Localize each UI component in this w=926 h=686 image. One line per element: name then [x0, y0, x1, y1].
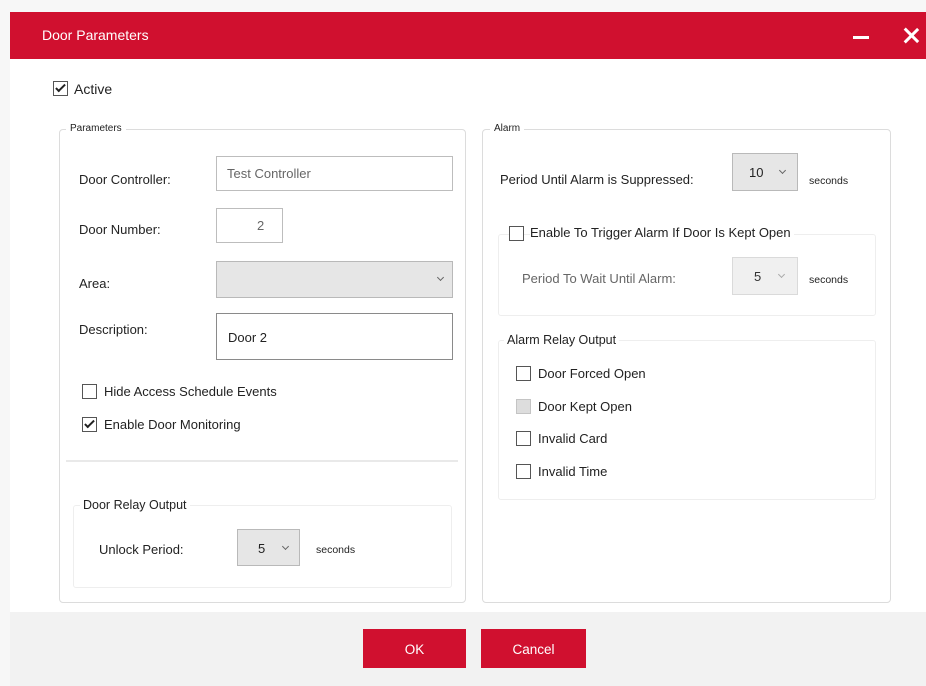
- wait-period-value: 5: [754, 269, 762, 284]
- door-controller-value: Test Controller: [227, 166, 311, 181]
- ok-button[interactable]: OK: [363, 629, 466, 668]
- suppress-period-value: 10: [749, 165, 764, 180]
- trigger-if-kept-open-label: Enable To Trigger Alarm If Door Is Kept …: [530, 225, 794, 240]
- door-controller-field[interactable]: Test Controller: [216, 156, 453, 191]
- unlock-period-value: 5: [258, 541, 266, 556]
- invalid-card-checkbox[interactable]: [516, 431, 531, 446]
- chevron-down-icon: [778, 166, 787, 175]
- minimize-icon[interactable]: [852, 24, 872, 48]
- enable-door-monitoring-checkbox[interactable]: [82, 417, 97, 432]
- door-forced-open-checkbox[interactable]: [516, 366, 531, 381]
- suppress-period-label: Period Until Alarm is Suppressed:: [500, 172, 694, 187]
- hide-access-schedule-events-label: Hide Access Schedule Events: [104, 384, 277, 399]
- alarm-legend: Alarm: [490, 123, 525, 134]
- door-number-label: Door Number:: [79, 222, 161, 237]
- active-label: Active: [74, 81, 113, 97]
- parameters-legend: Parameters: [66, 123, 126, 134]
- alarm-relay-output-legend: Alarm Relay Output: [504, 333, 620, 347]
- door-number-value: 2: [257, 218, 265, 233]
- unlock-period-unit: seconds: [316, 544, 356, 556]
- section-divider: [66, 460, 458, 462]
- door-number-field[interactable]: 2: [216, 208, 283, 243]
- title-bar: Door Parameters: [10, 12, 926, 59]
- chevron-down-icon: [436, 273, 445, 282]
- suppress-period-select[interactable]: 10: [732, 153, 798, 191]
- suppress-period-unit: seconds: [809, 175, 849, 187]
- door-kept-open-checkbox[interactable]: [516, 399, 531, 414]
- door-relay-output-legend: Door Relay Output: [80, 498, 190, 512]
- door-controller-label: Door Controller:: [79, 172, 171, 187]
- close-icon[interactable]: [900, 24, 922, 48]
- invalid-time-checkbox[interactable]: [516, 464, 531, 479]
- dialog-footer: [10, 612, 926, 686]
- cancel-button[interactable]: Cancel: [481, 629, 586, 668]
- door-parameters-dialog: Door Parameters Active Parameters Door C…: [10, 12, 926, 686]
- unlock-period-label: Unlock Period:: [99, 542, 184, 557]
- wait-period-unit: seconds: [809, 274, 849, 286]
- door-kept-open-label: Door Kept Open: [538, 399, 632, 414]
- checkmark-icon: [84, 417, 95, 429]
- description-label: Description:: [79, 322, 148, 337]
- trigger-if-kept-open-checkbox[interactable]: [509, 226, 524, 241]
- chevron-down-icon: [777, 270, 786, 279]
- chevron-down-icon: [281, 542, 290, 551]
- invalid-card-label: Invalid Card: [538, 431, 608, 446]
- invalid-time-label: Invalid Time: [538, 464, 608, 479]
- area-select[interactable]: [216, 261, 453, 298]
- enable-door-monitoring-label: Enable Door Monitoring: [104, 417, 241, 432]
- dialog-title: Door Parameters: [42, 27, 149, 43]
- active-checkbox[interactable]: [53, 81, 68, 96]
- description-field[interactable]: Door 2: [216, 313, 453, 360]
- hide-access-schedule-events-checkbox[interactable]: [82, 384, 97, 399]
- door-forced-open-label: Door Forced Open: [538, 366, 646, 381]
- wait-period-label: Period To Wait Until Alarm:: [522, 271, 676, 286]
- checkmark-icon: [55, 81, 66, 93]
- description-value: Door 2: [228, 330, 268, 345]
- area-label: Area:: [79, 276, 111, 291]
- unlock-period-select[interactable]: 5: [237, 529, 300, 566]
- wait-period-select[interactable]: 5: [732, 257, 798, 295]
